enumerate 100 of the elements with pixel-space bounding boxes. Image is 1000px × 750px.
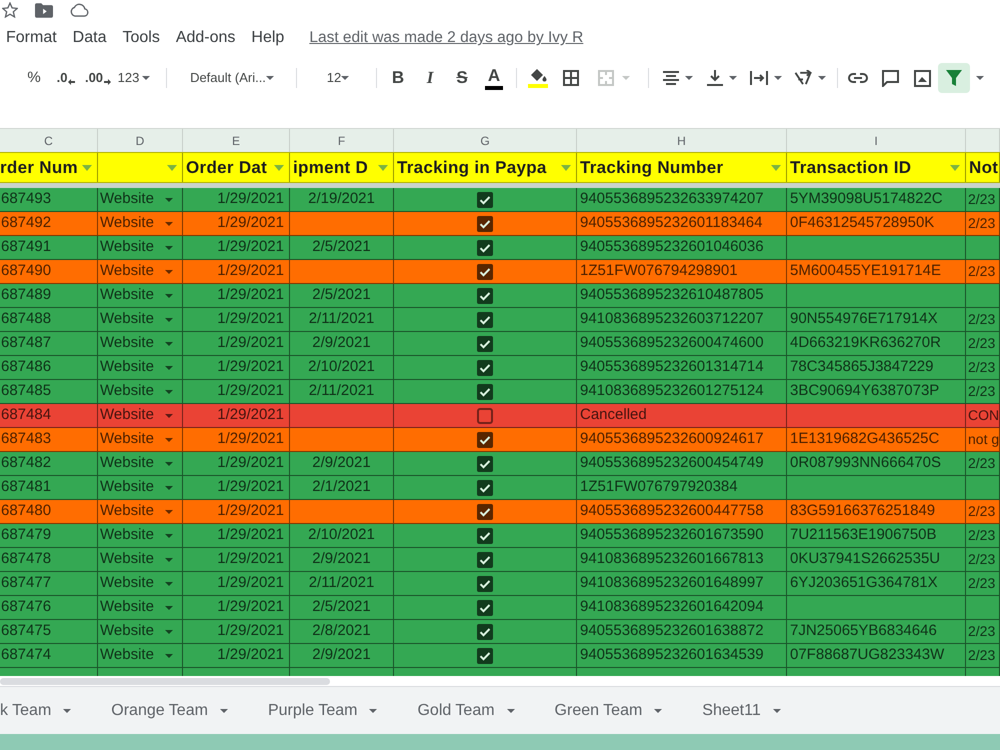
source-dropdown[interactable]: Website [98,308,182,331]
source-dropdown[interactable]: Website [98,380,182,403]
checkbox[interactable] [477,456,493,472]
checkbox[interactable] [477,264,493,280]
checkbox[interactable] [477,504,493,520]
source-dropdown[interactable]: Website [98,452,182,475]
source-dropdown[interactable]: Website [98,284,182,307]
decrease-decimals-button[interactable]: .0 [50,64,82,92]
caret-icon [165,438,173,442]
filter-button[interactable] [938,63,970,93]
menu-item[interactable]: Format [6,30,57,46]
sheet-tab[interactable]: Sheet11 [682,687,801,734]
checkbox[interactable] [477,432,493,448]
column-letter[interactable]: C [44,132,53,150]
source-dropdown[interactable]: Website [98,644,182,667]
caret-icon [622,76,630,80]
checkbox[interactable] [477,624,493,640]
caret-icon [772,708,781,712]
source-dropdown[interactable]: Website [98,620,182,643]
link-icon [848,73,868,83]
checkbox[interactable] [477,648,493,664]
checkbox[interactable] [477,240,493,256]
sheet-tab[interactable]: Purple Team [248,687,398,734]
column-letter[interactable]: H [677,132,686,150]
menu-item[interactable]: Tools [122,30,160,46]
source-dropdown[interactable]: Website [98,356,182,379]
column-letter[interactable]: I [874,132,878,150]
column-header: Transaction ID [790,156,912,179]
caret-icon [63,708,72,712]
last-edit-link[interactable]: Last edit was made 2 days ago by Ivy R [309,30,584,46]
checkbox[interactable] [477,552,493,568]
italic-button[interactable]: I [414,64,446,92]
source-dropdown[interactable]: Website [98,188,182,211]
menu-item[interactable]: Help [251,30,284,46]
sheet-tab[interactable]: Orange Team [91,687,248,734]
column-header: Not [969,156,998,179]
text-color-button[interactable]: A [478,64,510,92]
caret-icon [369,708,378,712]
folder-icon[interactable] [35,2,53,18]
checkbox[interactable] [477,600,493,616]
checkbox[interactable] [477,360,493,376]
caret-icon [976,76,984,80]
source-dropdown[interactable]: Website [98,332,182,355]
caret-icon [142,76,150,80]
caret-icon [266,76,274,80]
arrow-right-icon [104,79,112,85]
caret-icon [774,76,782,80]
source-dropdown[interactable]: Website [98,260,182,283]
star-icon[interactable] [2,2,18,18]
sheet-tab[interactable]: k Team [0,687,92,734]
checkbox[interactable] [477,528,493,544]
source-dropdown[interactable]: Website [98,212,182,235]
increase-decimals-button[interactable]: .00 [82,64,114,92]
column-letter[interactable]: F [338,132,346,150]
checkbox[interactable] [477,192,493,208]
checkbox[interactable] [477,384,493,400]
checkbox[interactable] [477,480,493,496]
caret-icon [165,222,173,226]
font-size-dropdown[interactable]: 12 [306,64,370,92]
source-dropdown[interactable]: Website [98,596,182,619]
source-dropdown[interactable]: Website [98,572,182,595]
number-format-dropdown[interactable]: 123 [114,64,154,92]
font-dropdown[interactable]: Default (Ari... [178,64,286,92]
column-letter[interactable]: G [480,132,490,150]
source-dropdown[interactable]: Website [98,236,182,259]
checkbox[interactable] [477,576,493,592]
source-dropdown[interactable]: Website [98,500,182,523]
caret-icon [165,510,173,514]
caret-icon [165,654,173,658]
source-dropdown[interactable]: Website [98,476,182,499]
comment-icon [882,70,898,86]
column-header: Tracking in Paypa [397,156,547,179]
align-center-icon [663,71,679,85]
caret-icon [165,246,173,250]
fill-color-icon [528,68,548,88]
scrollbar-thumb[interactable] [0,678,330,684]
checkbox[interactable] [477,288,493,304]
checkbox[interactable] [477,312,493,328]
source-dropdown[interactable]: Website [98,428,182,451]
checkbox[interactable] [477,216,493,232]
menu-item[interactable]: Data [72,30,106,46]
checkbox[interactable] [477,336,493,352]
caret-icon [165,270,173,274]
cloud-icon[interactable] [70,3,89,17]
bold-button[interactable]: B [382,64,414,92]
source-dropdown[interactable]: Website [98,404,182,427]
column-letter[interactable]: D [136,132,144,150]
caret-icon [506,708,515,712]
caret-icon [165,366,173,370]
caret-icon [165,534,173,538]
sheet-tab[interactable]: Green Team [534,687,682,734]
source-dropdown[interactable]: Website [98,524,182,547]
column-letter[interactable]: E [232,132,240,150]
checkbox[interactable] [477,408,493,424]
menu-item[interactable]: Add-ons [176,30,236,46]
caret-icon [165,462,173,466]
strikethrough-button[interactable]: S [446,64,478,92]
sheet-tab[interactable]: Gold Team [397,687,535,734]
percent-format-button[interactable]: % [18,64,50,92]
source-dropdown[interactable]: Website [98,548,182,571]
